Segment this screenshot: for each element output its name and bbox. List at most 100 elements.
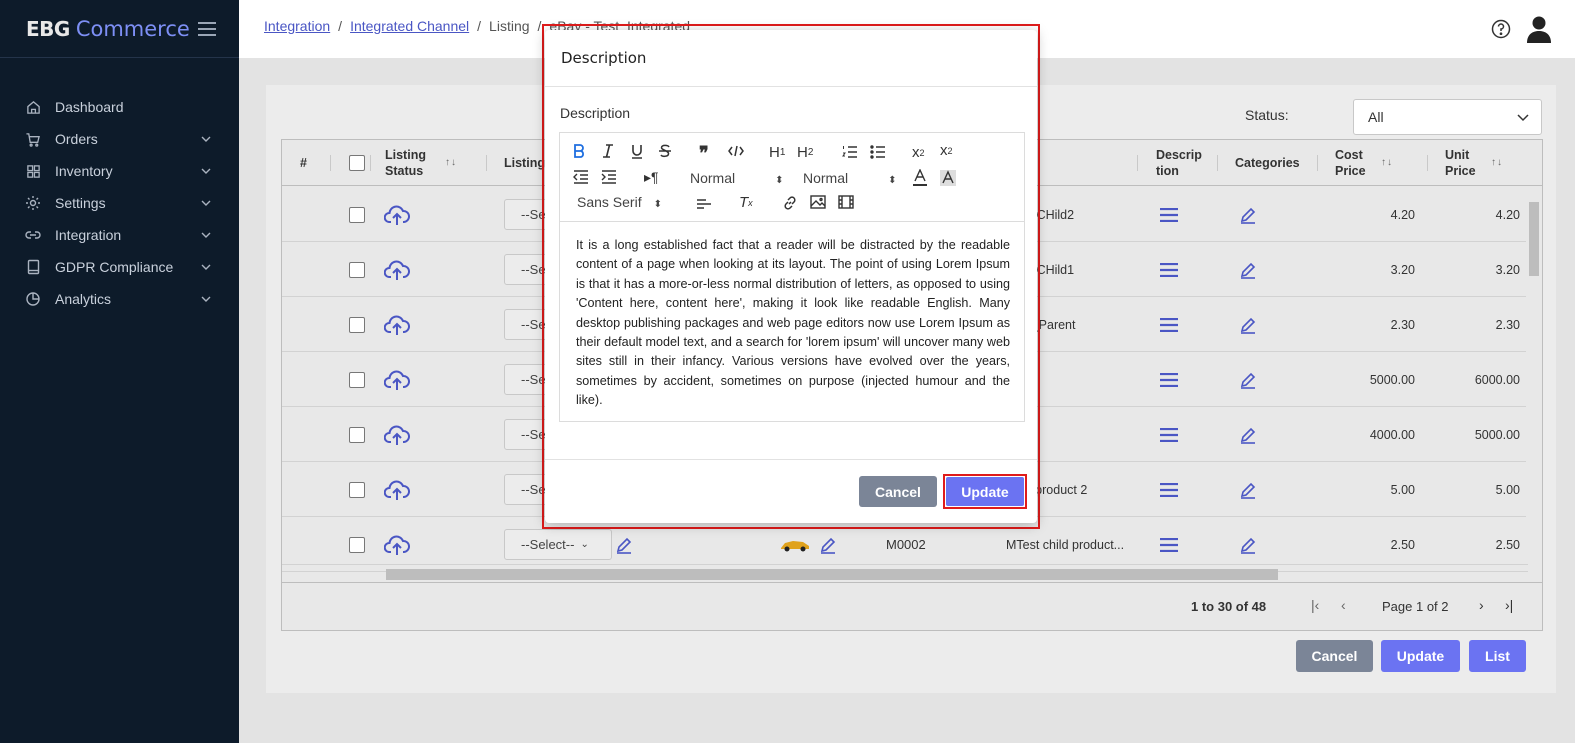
sidebar: EBG Commerce Dashboard Orders Inventory … [0,0,239,743]
align-icon[interactable] [696,196,712,210]
cost-price-cell: 2.30 [1390,317,1415,332]
cost-price-cell: 5000.00 [1369,372,1415,387]
subscript-icon[interactable]: x2 [912,144,925,161]
hamburger-menu-icon[interactable] [197,21,216,36]
italic-icon[interactable] [602,143,614,159]
categories-edit-icon[interactable] [1239,242,1257,297]
status-filter-value: All [1368,109,1384,125]
description-menu-icon[interactable] [1159,297,1179,352]
heading1-icon[interactable]: H1 [769,144,785,161]
row-checkbox[interactable] [349,481,365,498]
indent-icon[interactable] [601,170,617,184]
text-color-icon[interactable] [912,169,928,187]
outdent-icon[interactable] [573,170,589,184]
row-checkbox-cell [349,242,365,297]
description-field-label: Description [560,105,631,121]
select-all-checkbox[interactable] [349,155,365,171]
select-value: Sans Serif [577,194,642,210]
cancel-button[interactable]: Cancel [1296,640,1373,672]
pagination-page: Page 1 of 2 [1382,599,1449,614]
description-menu-icon[interactable] [1159,242,1179,297]
chevron-down-icon [201,200,211,206]
bold-icon[interactable] [572,143,586,159]
modal-cancel-button[interactable]: Cancel [859,476,937,507]
row-checkbox[interactable] [349,261,365,278]
update-button[interactable]: Update [1381,640,1460,672]
row-checkbox[interactable] [349,316,365,333]
breadcrumb-integrated-channel[interactable]: Integrated Channel [350,18,469,34]
upload-icon[interactable] [384,462,410,517]
clear-formatting-icon[interactable]: Tx [739,194,753,211]
superscript-icon[interactable]: x2 [940,142,953,159]
code-block-icon[interactable] [728,145,744,157]
next-page-icon[interactable]: › [1479,597,1484,613]
sidebar-item-integration[interactable]: Integration [0,219,239,251]
updown-arrow-icon: ⬍ [888,175,897,186]
underline-icon[interactable] [630,143,644,159]
horizontal-scrollbar[interactable] [282,564,1528,582]
upload-icon[interactable] [384,297,410,352]
header-listing[interactable]: Listing [504,140,545,186]
row-checkbox[interactable] [349,536,365,553]
link-icon[interactable] [782,195,798,211]
sidebar-item-gdpr-compliance[interactable]: GDPR Compliance [0,251,239,283]
row-checkbox[interactable] [349,371,365,388]
categories-edit-icon[interactable] [1239,187,1257,242]
previous-page-icon[interactable]: ‹ [1341,597,1346,613]
sort-icon[interactable]: ↑↓ [1491,155,1503,171]
video-icon[interactable] [838,195,854,209]
categories-edit-icon[interactable] [1239,297,1257,352]
chevron-down-icon [201,296,211,302]
upload-icon[interactable] [384,352,410,407]
blockquote-icon[interactable]: ❞ [699,143,709,164]
upload-icon[interactable] [384,242,410,297]
editor-content[interactable]: It is a long established fact that a rea… [576,236,1010,411]
help-icon[interactable] [1491,19,1511,39]
sidebar-item-settings[interactable]: Settings [0,187,239,219]
breadcrumb-separator: / [338,18,343,34]
sidebar-item-label: Settings [55,195,106,211]
sidebar-item-analytics[interactable]: Analytics [0,283,239,315]
ordered-list-icon[interactable] [842,145,858,159]
brand-logo[interactable]: EBG Commerce [0,0,239,58]
vertical-scrollbar[interactable] [1526,186,1542,562]
modal-update-button[interactable]: Update [946,477,1024,506]
upload-icon[interactable] [384,187,410,242]
list-button[interactable]: List [1469,640,1526,672]
unit-price-cell: 4.20 [1495,207,1520,222]
description-menu-icon[interactable] [1159,407,1179,462]
font-family-select[interactable]: Sans Serif ⬍ [577,194,662,210]
description-menu-icon[interactable] [1159,462,1179,517]
categories-edit-icon[interactable] [1239,407,1257,462]
user-avatar-icon[interactable] [1526,15,1552,43]
status-filter-select[interactable]: All [1353,99,1542,135]
first-page-icon[interactable]: |‹ [1311,597,1319,613]
description-menu-icon[interactable] [1159,352,1179,407]
breadcrumb-integration[interactable]: Integration [264,18,330,34]
last-page-icon[interactable]: ›| [1505,597,1513,613]
description-menu-icon[interactable] [1159,187,1179,242]
sidebar-item-orders[interactable]: Orders [0,123,239,155]
unit-price-cell: 3.20 [1495,262,1520,277]
sort-icon[interactable]: ↑↓ [1381,155,1393,171]
header-format-select[interactable]: Normal ⬍ [690,170,784,186]
heading2-icon[interactable]: H2 [797,144,813,161]
sidebar-item-inventory[interactable]: Inventory [0,155,239,187]
sort-icon[interactable]: ↑↓ [445,155,457,171]
image-icon[interactable] [810,195,826,209]
sidebar-item-dashboard[interactable]: Dashboard [0,91,239,123]
header-listing-status[interactable]: Listing Status ↑↓ [385,140,485,186]
row-checkbox[interactable] [349,206,365,223]
strikethrough-icon[interactable] [658,143,672,159]
bullet-list-icon[interactable] [870,145,886,159]
sidebar-item-label: GDPR Compliance [55,259,174,275]
background-color-icon[interactable] [940,170,956,186]
header-cost-price[interactable]: Cost Price ↑↓ [1335,140,1425,186]
upload-icon[interactable] [384,407,410,462]
font-size-select[interactable]: Normal ⬍ [803,170,897,186]
text-direction-icon[interactable]: ▸¶ [644,169,659,186]
row-checkbox[interactable] [349,426,365,443]
categories-edit-icon[interactable] [1239,462,1257,517]
header-unit-price[interactable]: Unit Price ↑↓ [1445,140,1535,186]
categories-edit-icon[interactable] [1239,352,1257,407]
